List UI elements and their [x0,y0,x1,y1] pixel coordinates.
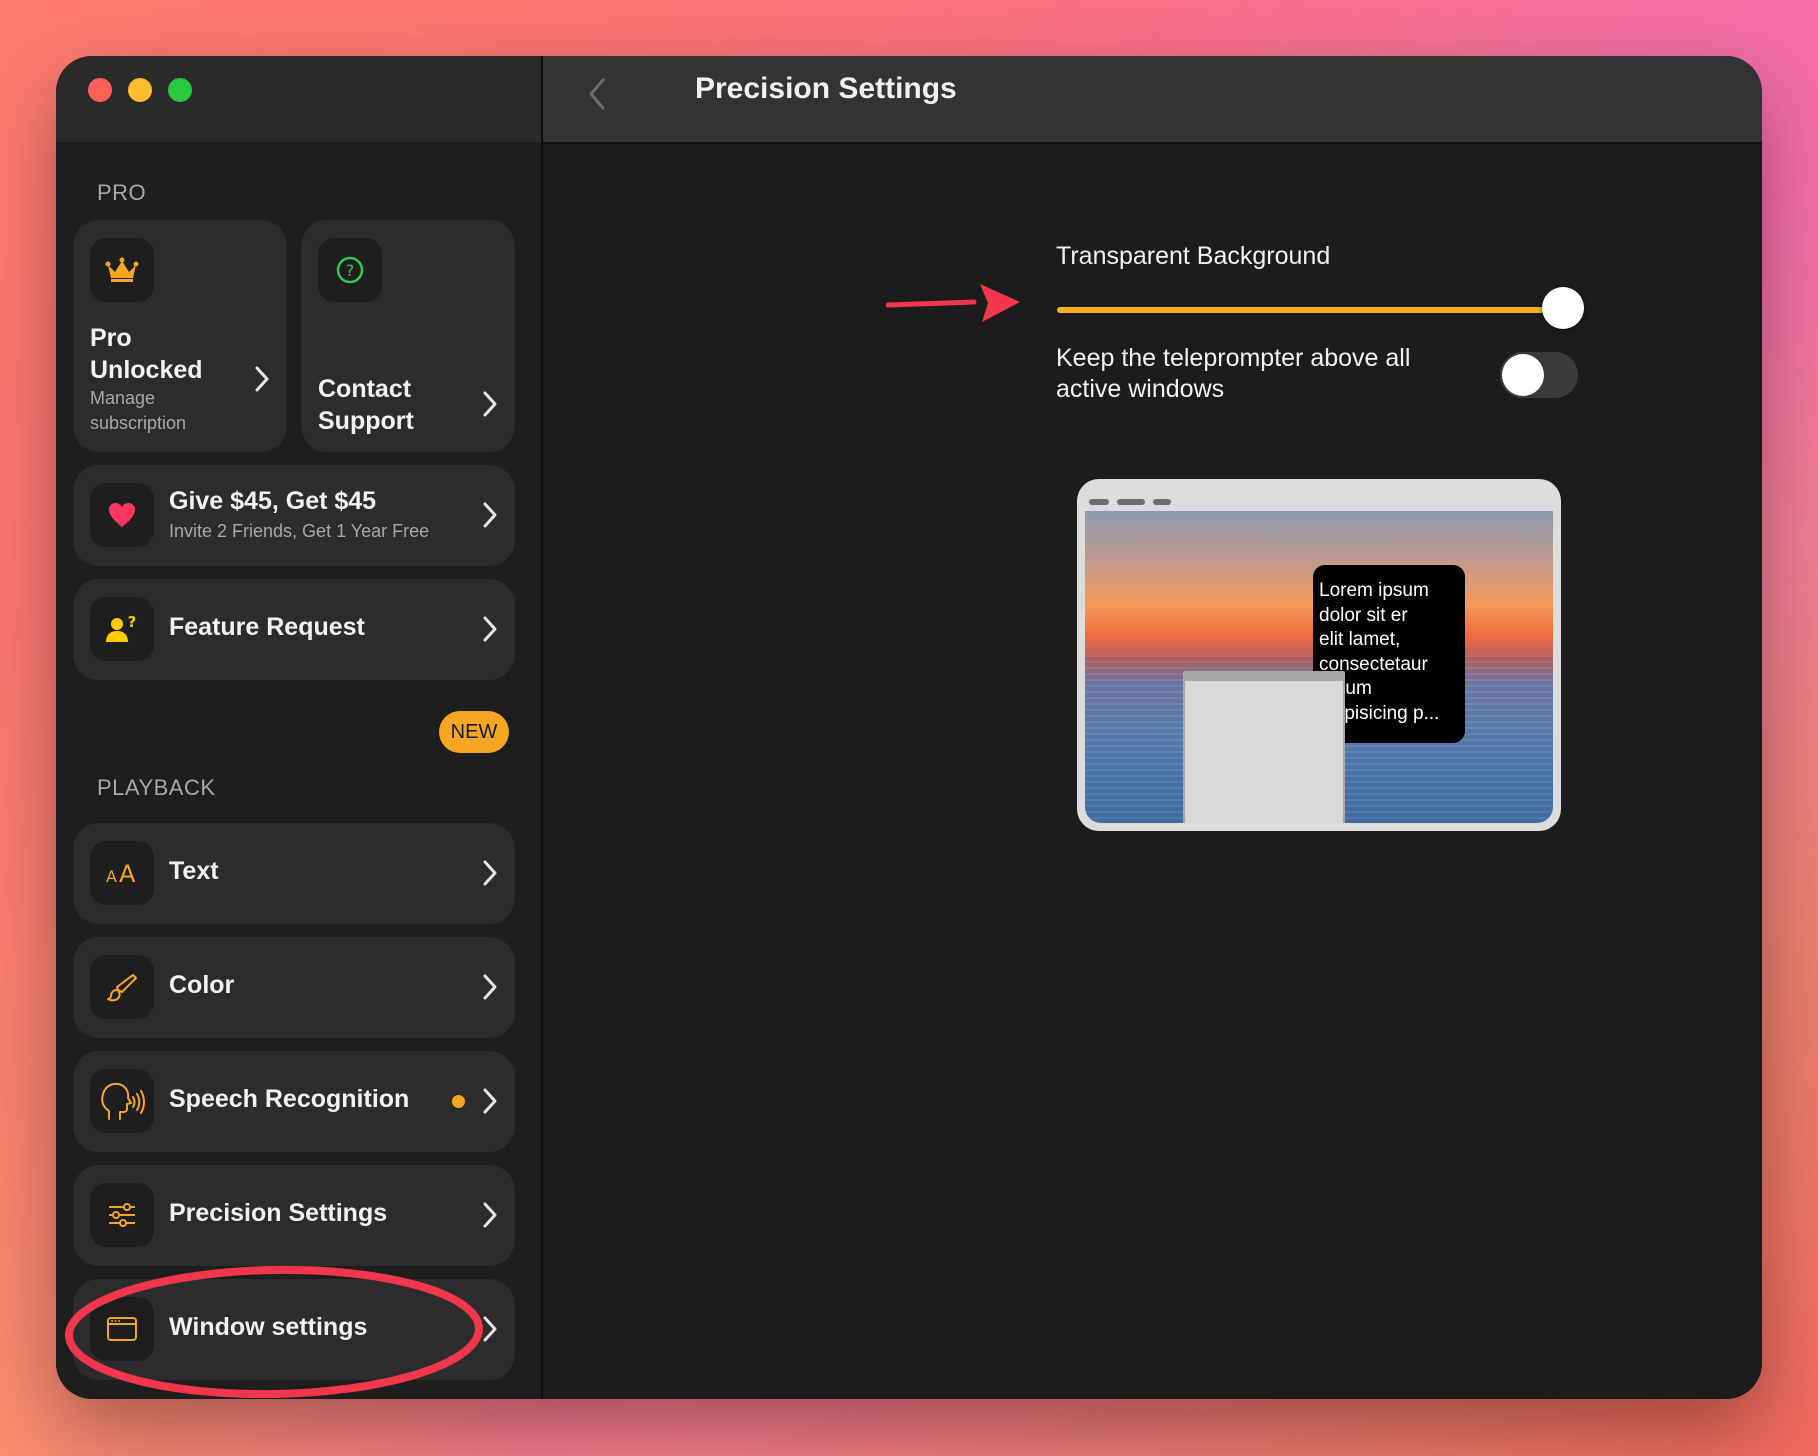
sidebar-item-color[interactable]: Color [73,937,515,1038]
preview-bar [1089,499,1109,505]
section-label-playback: PLAYBACK [97,775,216,800]
pro-sub-line2: subscription [90,413,187,433]
feature-request-label: Feature Request [169,613,365,641]
text-size-icon: A A [90,841,154,905]
transparent-background-label: Transparent Background [1056,242,1331,270]
back-chevron-icon[interactable] [583,74,611,114]
chevron-right-icon [483,391,497,417]
question-circle-icon: ? [318,238,382,302]
chevron-right-icon [483,974,497,1000]
always-on-top-label-line2: active windows [1056,375,1225,403]
preview-sunset-image: Lorem ipsum dolor sit er elit lamet, con… [1085,511,1553,823]
detail-titlebar: Precision Settings [543,56,1762,144]
sidebar-item-label: Color [169,971,235,999]
crown-icon [90,238,154,302]
referral-card[interactable]: Give $45, Get $45 Invite 2 Friends, Get … [73,465,515,566]
referral-subtitle: Invite 2 Friends, Get 1 Year Free [169,521,430,541]
toggle-knob [1502,354,1544,396]
chevron-right-icon [483,616,497,642]
annotation-arrow-icon [886,284,1020,322]
always-on-top-label-line1: Keep the teleprompter above all [1056,344,1411,372]
sidebar-titlebar [56,56,541,142]
close-window-button[interactable] [88,78,112,102]
support-title-line1: Contact [318,375,412,403]
sidebar-item-label: Precision Settings [169,1199,388,1227]
transparent-background-slider[interactable] [1057,307,1567,313]
support-title-line2: Support [318,407,414,435]
pro-sub-line1: Manage [90,388,156,408]
person-question-icon: ? [90,597,154,661]
sidebar-item-label: Text [169,857,219,885]
sidebar: PRO Pro Unlocked Manage subscription ? C… [56,56,543,1399]
pro-title-line2: Unlocked [90,356,203,384]
page-title: Precision Settings [695,72,957,105]
slider-thumb[interactable] [1542,287,1584,329]
update-dot [452,1095,465,1108]
svg-text:?: ? [128,614,137,631]
svg-text:A: A [106,867,117,886]
preview-other-window [1183,671,1345,823]
speaking-head-icon [90,1069,154,1133]
preview-bar [1117,499,1145,505]
paintbrush-icon [90,955,154,1019]
zoom-window-button[interactable] [168,78,192,102]
chevron-right-icon [483,1088,497,1114]
pro-title-line1: Pro [90,324,132,352]
sidebar-item-speech-recognition[interactable]: Speech Recognition [73,1051,515,1152]
annotation-circle-highlight [65,1265,483,1399]
always-on-top-toggle[interactable] [1500,352,1578,398]
sidebar-item-text[interactable]: A A Text [73,823,515,924]
new-badge: NEW [439,711,509,753]
prompter-line: dolor sit er [1319,604,1408,626]
sliders-icon [90,1183,154,1247]
referral-title: Give $45, Get $45 [169,487,377,515]
app-window: PRO Pro Unlocked Manage subscription ? C… [56,56,1762,1399]
heart-icon [90,483,154,547]
prompter-line: Lorem ipsum [1319,580,1429,601]
pro-unlocked-card[interactable]: Pro Unlocked Manage subscription [73,220,287,452]
section-label-pro: PRO [97,180,147,205]
chevron-right-icon [255,366,269,392]
svg-text:?: ? [346,261,355,280]
minimize-window-button[interactable] [128,78,152,102]
feature-request-card[interactable]: ? Feature Request [73,579,515,680]
sidebar-item-precision-settings[interactable]: Precision Settings [73,1165,515,1266]
chevron-right-icon [483,1202,497,1228]
preview-bar [1153,499,1171,505]
chevron-right-icon [483,860,497,886]
chevron-right-icon [483,502,497,528]
prompter-line: elit lamet, [1319,629,1401,650]
contact-support-card[interactable]: ? Contact Support [301,220,515,452]
window-preview: Lorem ipsum dolor sit er elit lamet, con… [1077,479,1561,831]
svg-text:A: A [119,860,136,886]
sidebar-item-label: Speech Recognition [169,1085,410,1113]
